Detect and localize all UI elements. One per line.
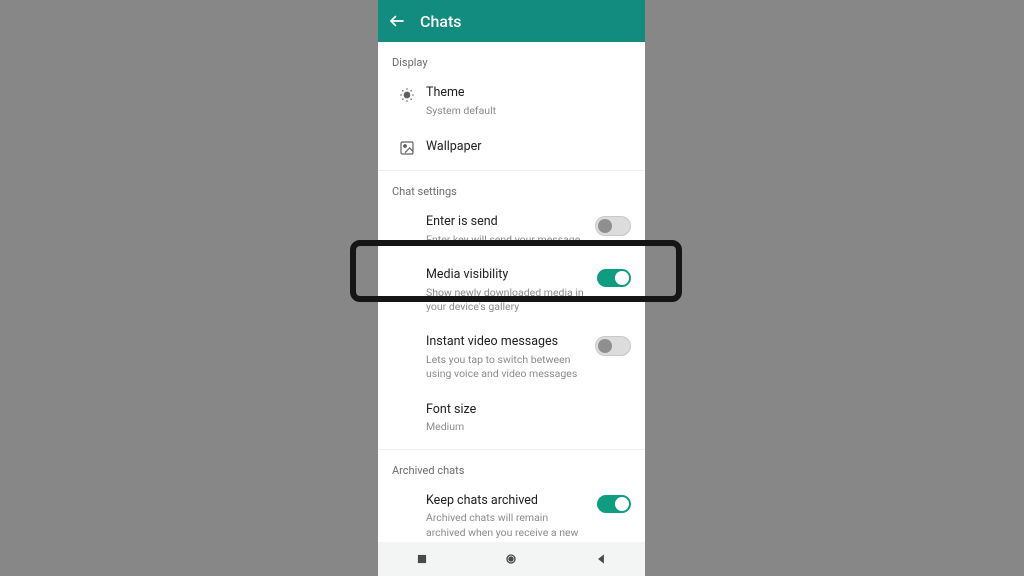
instant-vid-subtitle: Lets you tap to switch between using voi… [426, 353, 587, 381]
row-theme[interactable]: Theme System default [378, 75, 645, 128]
theme-title: Theme [426, 85, 623, 102]
wallpaper-icon [392, 138, 422, 156]
home-button[interactable] [503, 551, 519, 567]
row-media-visibility[interactable]: Media visibility Show newly downloaded m… [378, 257, 645, 324]
android-nav-bar [378, 542, 645, 576]
font-size-title: Font size [426, 402, 623, 419]
settings-list: Display Theme System default Wallpaper C… [378, 42, 645, 542]
theme-subtitle: System default [426, 104, 623, 118]
row-font-size[interactable]: Font size Medium [378, 392, 645, 445]
media-vis-subtitle: Show newly downloaded media in your devi… [426, 286, 589, 314]
enter-send-title: Enter is send [426, 214, 587, 231]
section-display-label: Display [378, 42, 645, 75]
instant-vid-title: Instant video messages [426, 334, 587, 351]
recent-apps-button[interactable] [415, 552, 429, 566]
section-chat-label: Chat settings [378, 171, 645, 204]
section-archived-label: Archived chats [378, 450, 645, 483]
row-keep-archived[interactable]: Keep chats archived Archived chats will … [378, 483, 645, 542]
app-bar: Chats [378, 0, 645, 42]
phone-frame: Chats Display Theme System default Wallp… [378, 0, 645, 576]
theme-icon [392, 85, 422, 103]
font-size-subtitle: Medium [426, 420, 623, 434]
enter-send-subtitle: Enter key will send your message [426, 233, 587, 247]
instant-vid-toggle[interactable] [595, 336, 631, 356]
keep-archived-title: Keep chats archived [426, 493, 589, 510]
media-vis-title: Media visibility [426, 267, 589, 284]
page-title: Chats [420, 12, 462, 31]
nav-back-button[interactable] [594, 552, 608, 566]
media-vis-toggle[interactable] [597, 269, 631, 287]
keep-archived-subtitle: Archived chats will remain archived when… [426, 511, 589, 542]
row-wallpaper[interactable]: Wallpaper [378, 128, 645, 166]
row-enter-is-send[interactable]: Enter is send Enter key will send your m… [378, 204, 645, 257]
wallpaper-title: Wallpaper [426, 139, 623, 156]
enter-send-toggle[interactable] [595, 216, 631, 236]
row-instant-video[interactable]: Instant video messages Lets you tap to s… [378, 324, 645, 391]
keep-archived-toggle[interactable] [597, 495, 631, 513]
back-icon[interactable] [388, 12, 406, 30]
